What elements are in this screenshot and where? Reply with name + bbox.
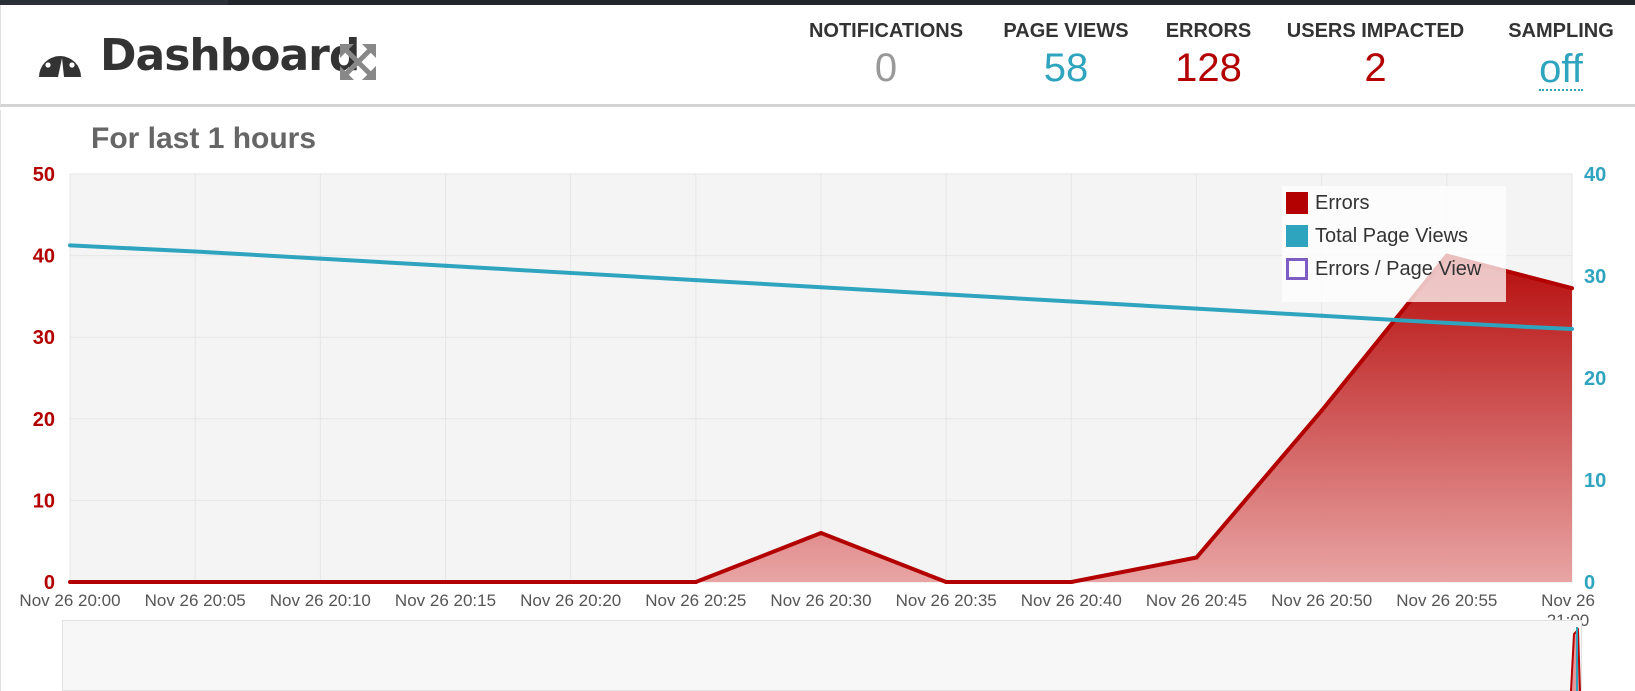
page-views-point [944, 292, 949, 297]
page-views-point [1194, 306, 1199, 311]
y-left-tick-label: 50 [33, 164, 55, 186]
expand-arrows-icon[interactable] [339, 43, 377, 81]
page-views-point [693, 278, 698, 283]
legend-swatch [1286, 225, 1308, 247]
page-views-point [1319, 313, 1324, 318]
stat-page-views: PAGE VIEWS 58 [996, 19, 1136, 91]
x-tick-label: Nov 26 20:35 [896, 591, 997, 610]
y-right-tick-label: 30 [1584, 266, 1606, 288]
legend-swatch [1286, 192, 1308, 214]
legend-label: Errors [1315, 191, 1370, 214]
errors-point [1069, 580, 1074, 584]
x-tick-label: Nov 26 20:45 [1146, 591, 1247, 610]
errors-point [944, 580, 949, 584]
errors-point [443, 580, 448, 584]
page-views-point [1069, 299, 1074, 304]
page-views-point [193, 249, 198, 254]
errors-point [1570, 286, 1574, 291]
navigator-series-spike [1570, 627, 1581, 691]
errors-point [318, 580, 323, 584]
stat-label: USERS IMPACTED [1286, 20, 1465, 42]
errors-point [193, 580, 198, 584]
errors-point [568, 580, 573, 584]
sampling-toggle-link[interactable]: off [1539, 49, 1583, 91]
x-tick-label: Nov 26 20:05 [145, 591, 246, 610]
errors-point [693, 580, 698, 584]
gauge-icon [39, 48, 81, 77]
stat-label: PAGE VIEWS [1003, 20, 1129, 42]
legend-item-errors-per-page-view[interactable]: Errors / Page View [1286, 256, 1481, 282]
page-views-point [318, 256, 323, 261]
stat-value: 2 [1364, 46, 1387, 90]
x-tick-label: Nov 26 20:25 [645, 591, 746, 610]
x-tick-label: Nov 26 20:20 [520, 591, 621, 610]
chart-subtitle: For last 1 hours [91, 122, 317, 155]
x-tick-label: Nov 26 20:10 [270, 591, 371, 610]
y-right-tick-label: 10 [1584, 470, 1606, 492]
errors-point [1319, 408, 1324, 413]
stat-label: SAMPLING [1508, 20, 1614, 42]
y-left-tick-label: 10 [33, 490, 55, 512]
legend-label: Errors / Page View [1315, 257, 1482, 280]
x-tick-label: Nov 26 20:50 [1271, 591, 1372, 610]
x-tick-label: Nov 26 20:55 [1396, 591, 1497, 610]
x-tick-label: Nov 26 20:30 [770, 591, 871, 610]
stat-value: 128 [1175, 46, 1242, 90]
stat-label: ERRORS [1165, 20, 1252, 42]
y-right-tick-label: 40 [1584, 164, 1606, 186]
x-tick-label: Nov 26 20:00 [19, 591, 120, 610]
page-title: Dashboard [100, 30, 360, 81]
y-right-tick-label: 20 [1584, 368, 1606, 390]
errors-point [68, 580, 72, 584]
stat-users-impacted: USERS IMPACTED 2 [1283, 19, 1468, 91]
x-tick-label: Nov 26 [1541, 591, 1595, 610]
page-views-point [1570, 327, 1574, 332]
y-left-tick-label: 20 [33, 409, 55, 431]
stat-sampling: SAMPLING off [1501, 19, 1621, 91]
page-views-point [1444, 320, 1449, 325]
legend-swatch [1286, 258, 1308, 280]
page-views-point [68, 243, 72, 248]
stat-label: NOTIFICATIONS [808, 20, 964, 42]
y-left-tick-label: 40 [33, 246, 55, 268]
page-views-point [568, 270, 573, 275]
legend-label: Total Page Views [1315, 224, 1469, 247]
x-tick-label: Nov 26 20:40 [1021, 591, 1122, 610]
legend-item-page-views[interactable]: Total Page Views [1286, 223, 1468, 249]
stat-value: 58 [1043, 46, 1089, 90]
errors-point [819, 531, 823, 536]
page-views-point [819, 285, 823, 290]
chart-legend: Errors Total Page Views Errors / Page Vi… [1282, 186, 1506, 302]
dashboard-header: Dashboard NOTIFICATIONS 0 PAGE VIEWS 58 … [0, 5, 1635, 107]
page-views-point [443, 263, 448, 268]
range-navigator[interactable] [62, 620, 1582, 691]
y-left-tick-label: 30 [33, 327, 55, 349]
x-tick-label: Nov 26 20:15 [395, 591, 496, 610]
legend-item-errors[interactable]: Errors [1286, 190, 1369, 216]
errors-point [1194, 555, 1199, 560]
stat-notifications: NOTIFICATIONS 0 [806, 19, 966, 91]
stat-value: 0 [874, 46, 898, 90]
stat-errors: ERRORS 128 [1161, 19, 1256, 91]
